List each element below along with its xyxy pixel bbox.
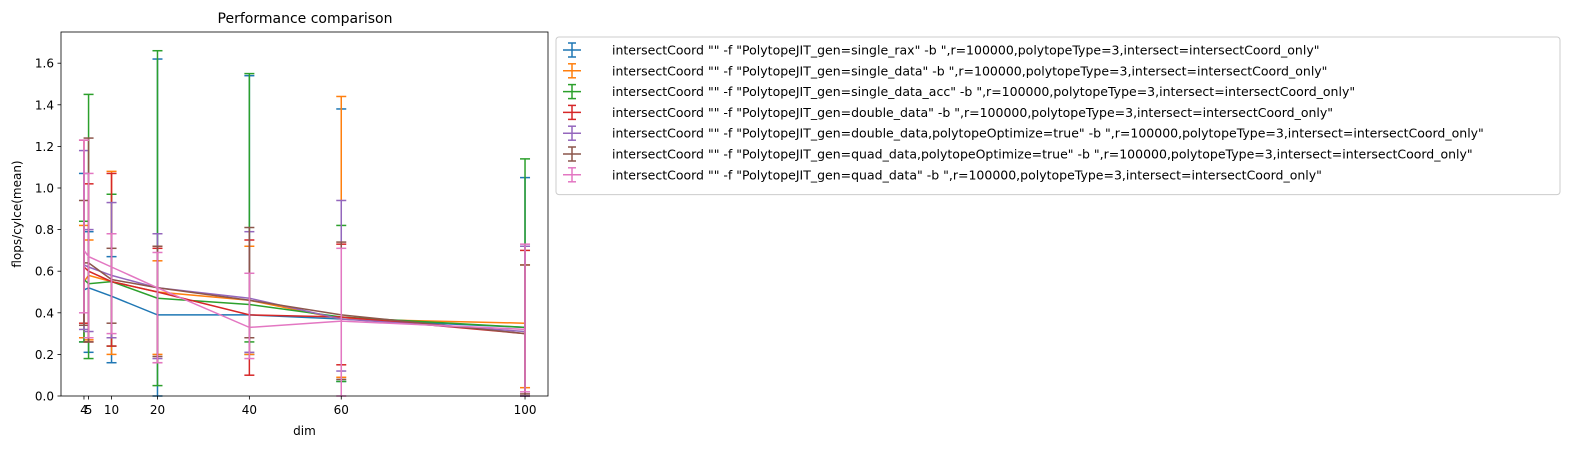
y-tick-label: 1.0	[35, 182, 54, 196]
legend-entry: intersectCoord "" -f "PolytopeJIT_gen=si…	[563, 83, 1355, 100]
y-axis-label: flops/cylce(mean)	[10, 160, 24, 267]
y-tick-label: 1.4	[35, 98, 54, 112]
y-tick-label: 0.0	[35, 390, 54, 404]
legend-entry: intersectCoord "" -f "PolytopeJIT_gen=qu…	[563, 146, 1473, 162]
y-tick-label: 1.6	[35, 57, 54, 71]
x-tick-label: 10	[104, 403, 119, 417]
y-tick-label: 0.8	[35, 223, 54, 237]
chart-title: Performance comparison	[218, 11, 393, 27]
legend-entry: intersectCoord "" -f "PolytopeJIT_gen=do…	[563, 104, 1333, 121]
legend-label: intersectCoord "" -f "PolytopeJIT_gen=do…	[612, 126, 1484, 141]
legend-entry: intersectCoord "" -f "PolytopeJIT_gen=si…	[563, 63, 1327, 79]
legend-entry: intersectCoord "" -f "PolytopeJIT_gen=qu…	[563, 167, 1322, 183]
legend-label: intersectCoord "" -f "PolytopeJIT_gen=si…	[612, 84, 1355, 99]
legend-label: intersectCoord "" -f "PolytopeJIT_gen=qu…	[612, 147, 1473, 162]
legend-label: intersectCoord "" -f "PolytopeJIT_gen=si…	[612, 63, 1327, 78]
chart-figure: Performance comparison 45 10 20 40 60 1000.00…	[0, 0, 1593, 455]
legend-label: intersectCoord "" -f "PolytopeJIT_gen=si…	[612, 43, 1319, 58]
legend: intersectCoord "" -f "PolytopeJIT_gen=si…	[555, 36, 1561, 196]
y-tick-label: 0.6	[35, 265, 54, 279]
x-tick-label: 100	[514, 403, 537, 417]
x-tick-label: 5	[85, 403, 93, 417]
y-tick-label: 0.4	[35, 306, 54, 320]
x-tick-label: 60	[334, 403, 349, 417]
x-tick-label: 40	[242, 403, 257, 417]
x-tick-label: 20	[150, 403, 165, 417]
legend-label: intersectCoord "" -f "PolytopeJIT_gen=do…	[612, 105, 1333, 120]
y-tick-label: 1.2	[35, 140, 54, 154]
legend-label: intersectCoord "" -f "PolytopeJIT_gen=qu…	[612, 167, 1322, 182]
legend-entry: intersectCoord "" -f "PolytopeJIT_gen=do…	[563, 125, 1484, 141]
y-tick-label: 0.2	[35, 348, 54, 362]
legend-entry: intersectCoord "" -f "PolytopeJIT_gen=si…	[563, 42, 1319, 58]
x-axis-label: dim	[293, 424, 316, 438]
